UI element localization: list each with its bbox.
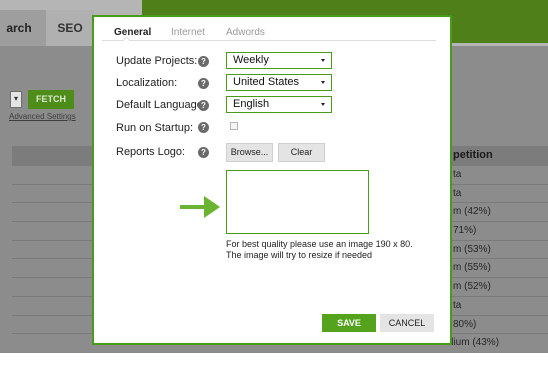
competition-cell: m (42%) [453, 206, 491, 218]
browse-button[interactable]: Browse... [226, 143, 273, 162]
tab-divider [102, 40, 436, 41]
logo-hint-line-2: The image will try to resize if needed [226, 250, 373, 260]
chevron-down-icon [321, 59, 325, 62]
localization-select[interactable]: United States [226, 74, 332, 91]
run-on-startup-checkbox[interactable] [230, 122, 238, 130]
competition-cell: m (53%) [453, 243, 491, 255]
advanced-settings-link[interactable]: Advanced Settings [9, 112, 76, 121]
help-icon[interactable]: ? [198, 122, 209, 133]
reports-logo-label: Reports Logo: [116, 146, 186, 158]
competition-column-header[interactable]: petition [453, 149, 493, 161]
arrow-right-icon [180, 196, 220, 218]
tab-internet[interactable]: Internet [171, 27, 205, 38]
localization-label: Localization: [116, 77, 178, 89]
update-projects-value: Weekly [233, 54, 269, 66]
competition-cell: 71%) [453, 225, 477, 237]
update-projects-select[interactable]: Weekly [226, 52, 332, 69]
clear-button[interactable]: Clear [278, 143, 325, 162]
default-language-value: English [233, 98, 270, 110]
logo-preview-area[interactable] [226, 170, 369, 234]
help-icon[interactable]: ? [198, 147, 209, 158]
tab-research[interactable]: arch [0, 10, 46, 46]
help-icon[interactable]: ? [198, 78, 209, 89]
default-language-select[interactable]: English [226, 96, 332, 113]
settings-dialog: General Internet Adwords Update Projects… [92, 15, 452, 345]
competition-cell: m (55%) [453, 262, 491, 274]
localization-value: United States [233, 76, 300, 88]
competition-cell: m (52%) [453, 281, 491, 293]
chevron-down-icon [321, 103, 325, 106]
competition-cell: ta [453, 187, 462, 199]
help-icon[interactable]: ? [198, 56, 209, 67]
search-select[interactable]: ▾ [10, 91, 22, 108]
run-on-startup-label: Run on Startup: [116, 122, 194, 134]
tab-seo[interactable]: SEO [46, 10, 94, 46]
active-tab-pointer-icon [123, 37, 130, 41]
competition-cell: ta [453, 169, 462, 180]
save-button[interactable]: SAVE [322, 314, 376, 332]
default-language-label: Default Language: [116, 99, 206, 111]
logo-hint-line-1: For best quality please use an image 190… [226, 239, 413, 249]
cancel-button[interactable]: CANCEL [380, 314, 434, 332]
competition-cell: 80%) [453, 318, 477, 330]
update-projects-label: Update Projects: [116, 55, 198, 67]
chevron-down-icon [321, 81, 325, 84]
fetch-button[interactable]: FETCH [28, 90, 74, 109]
tab-adwords[interactable]: Adwords [226, 27, 265, 38]
help-icon[interactable]: ? [198, 100, 209, 111]
tab-general[interactable]: General [114, 27, 151, 38]
competition-cell: ta [453, 299, 462, 311]
